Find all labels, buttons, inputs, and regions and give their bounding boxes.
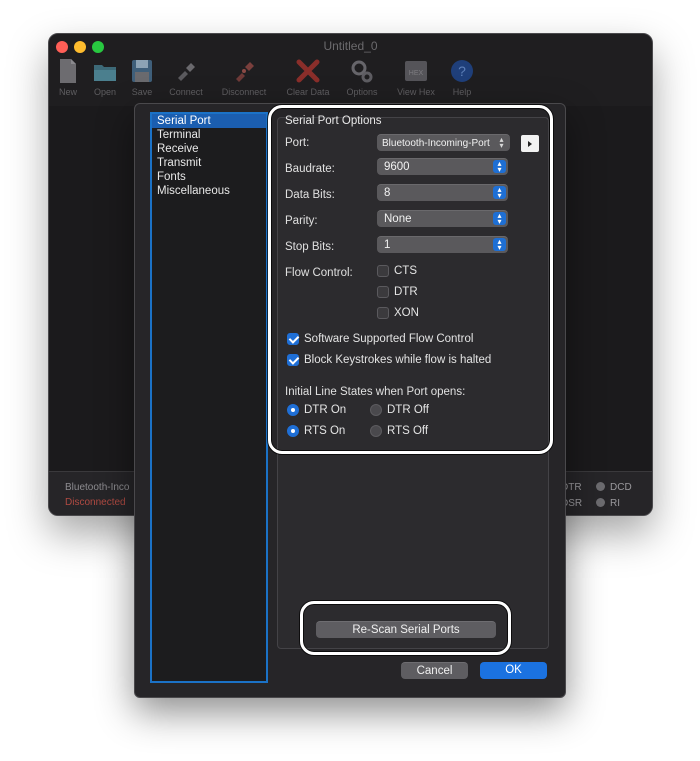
toolbar-disconnect-button[interactable]: Disconnect bbox=[221, 58, 267, 97]
question-icon: ? bbox=[451, 60, 473, 82]
title-bar: Untitled_0 bbox=[49, 34, 652, 58]
toolbar-view-hex-label: View Hex bbox=[397, 87, 435, 97]
category-terminal[interactable]: Terminal bbox=[152, 128, 266, 142]
document-icon bbox=[60, 59, 76, 83]
rescan-serial-ports-button[interactable]: Re-Scan Serial Ports bbox=[316, 621, 496, 638]
stopbits-select[interactable]: 1 ▴ ▾ bbox=[377, 236, 508, 253]
dtr-off-radio[interactable] bbox=[370, 404, 382, 416]
indicator-dcd: DCD bbox=[596, 482, 632, 493]
indicator-ri-label: RI bbox=[610, 498, 620, 509]
xon-checkbox[interactable] bbox=[377, 307, 389, 319]
cancel-button[interactable]: Cancel bbox=[401, 662, 468, 679]
red-x-icon bbox=[296, 59, 320, 83]
indicator-ri: RI bbox=[596, 498, 620, 509]
toolbar-clear-data-label: Clear Data bbox=[286, 87, 330, 97]
dtr-checkbox[interactable] bbox=[377, 286, 389, 298]
databits-select[interactable]: 8 ▴ ▾ bbox=[377, 184, 508, 201]
category-receive[interactable]: Receive bbox=[152, 142, 266, 156]
floppy-icon bbox=[132, 60, 152, 82]
toolbar-help-label: Help bbox=[452, 87, 472, 97]
preferences-category-list[interactable]: Serial Port Terminal Receive Transmit Fo… bbox=[150, 112, 268, 683]
databits-select-value: 8 bbox=[384, 187, 391, 199]
question-icon-text: ? bbox=[458, 63, 466, 79]
rts-off-radio[interactable] bbox=[370, 425, 382, 437]
category-transmit[interactable]: Transmit bbox=[152, 156, 266, 170]
stopbits-label: Stop Bits: bbox=[285, 241, 335, 253]
cts-checkbox[interactable] bbox=[377, 265, 389, 277]
unplug-icon bbox=[236, 62, 254, 82]
toolbar-connect-label: Connect bbox=[169, 87, 203, 97]
plug-icon bbox=[178, 63, 195, 81]
led-dot-icon bbox=[596, 498, 605, 507]
category-fonts[interactable]: Fonts bbox=[152, 170, 266, 184]
line-states-label: Initial Line States when Port opens: bbox=[285, 386, 466, 398]
dtr-checkbox-label: DTR bbox=[394, 286, 418, 298]
cts-checkbox-label: CTS bbox=[394, 265, 417, 277]
databits-label: Data Bits: bbox=[285, 189, 335, 201]
stopbits-select-value: 1 bbox=[384, 239, 391, 251]
category-serial-port[interactable]: Serial Port bbox=[152, 114, 266, 128]
toolbar-disconnect-label: Disconnect bbox=[221, 87, 267, 97]
popup-arrows-icon: ▴ ▾ bbox=[493, 238, 506, 252]
ok-button[interactable]: OK bbox=[480, 662, 547, 679]
port-select[interactable]: Bluetooth-Incoming-Port ▴ ▾ bbox=[377, 134, 510, 151]
baudrate-label: Baudrate: bbox=[285, 163, 335, 175]
toolbar-options-button[interactable]: Options bbox=[339, 58, 385, 97]
toolbar-save-label: Save bbox=[131, 87, 153, 97]
indicator-dcd-label: DCD bbox=[610, 482, 632, 493]
gears-icon bbox=[351, 60, 373, 83]
baudrate-select-value: 9600 bbox=[384, 161, 410, 173]
rts-on-radio[interactable] bbox=[287, 425, 299, 437]
port-select-value: Bluetooth-Incoming-Port bbox=[382, 138, 490, 149]
status-port-name: Bluetooth-Inco bbox=[65, 482, 130, 493]
dtr-on-label: DTR On bbox=[304, 404, 347, 416]
parity-label: Parity: bbox=[285, 215, 318, 227]
toolbar: New Open Save Connect Disconnect Clear D… bbox=[49, 58, 652, 106]
window-title: Untitled_0 bbox=[323, 39, 378, 53]
hex-icon-text: HEX bbox=[409, 70, 424, 77]
toolbar-connect-button[interactable]: Connect bbox=[163, 58, 209, 97]
popup-arrows-icon: ▴ ▾ bbox=[493, 212, 506, 226]
dtr-off-label: DTR Off bbox=[387, 404, 429, 416]
parity-select-value: None bbox=[384, 213, 412, 225]
toolbar-clear-data-button[interactable]: Clear Data bbox=[285, 58, 331, 97]
preferences-sheet: Serial Port Terminal Receive Transmit Fo… bbox=[134, 103, 566, 698]
toolbar-help-button[interactable]: ? Help bbox=[439, 58, 485, 97]
popup-arrows-icon: ▴ ▾ bbox=[493, 160, 506, 174]
hex-icon: HEX bbox=[405, 61, 427, 81]
parity-select[interactable]: None ▴ ▾ bbox=[377, 210, 508, 227]
block-keystrokes-label: Block Keystrokes while flow is halted bbox=[304, 354, 492, 366]
toolbar-view-hex-button[interactable]: HEX View Hex bbox=[393, 58, 439, 97]
port-label: Port: bbox=[285, 137, 310, 149]
port-info-button[interactable] bbox=[521, 135, 539, 152]
rts-off-label: RTS Off bbox=[387, 425, 429, 437]
folder-icon bbox=[94, 65, 116, 81]
popup-arrows-icon: ▴ ▾ bbox=[499, 135, 504, 150]
category-miscellaneous[interactable]: Miscellaneous bbox=[152, 184, 266, 198]
xon-checkbox-label: XON bbox=[394, 307, 419, 319]
status-connection: Disconnected bbox=[65, 497, 126, 508]
led-dot-icon bbox=[596, 482, 605, 491]
software-flow-checkbox[interactable] bbox=[287, 333, 299, 345]
popup-arrows-icon: ▴ ▾ bbox=[493, 186, 506, 200]
toolbar-options-label: Options bbox=[346, 87, 378, 97]
baudrate-select[interactable]: 9600 ▴ ▾ bbox=[377, 158, 508, 175]
triangle-right-icon bbox=[528, 141, 532, 147]
rts-on-label: RTS On bbox=[304, 425, 346, 437]
flow-control-label: Flow Control: bbox=[285, 267, 353, 279]
dtr-on-radio[interactable] bbox=[287, 404, 299, 416]
software-flow-label: Software Supported Flow Control bbox=[304, 333, 474, 345]
serial-options-title: Serial Port Options bbox=[285, 115, 382, 127]
toolbar-save-button[interactable]: Save bbox=[119, 58, 165, 97]
block-keystrokes-checkbox[interactable] bbox=[287, 354, 299, 366]
